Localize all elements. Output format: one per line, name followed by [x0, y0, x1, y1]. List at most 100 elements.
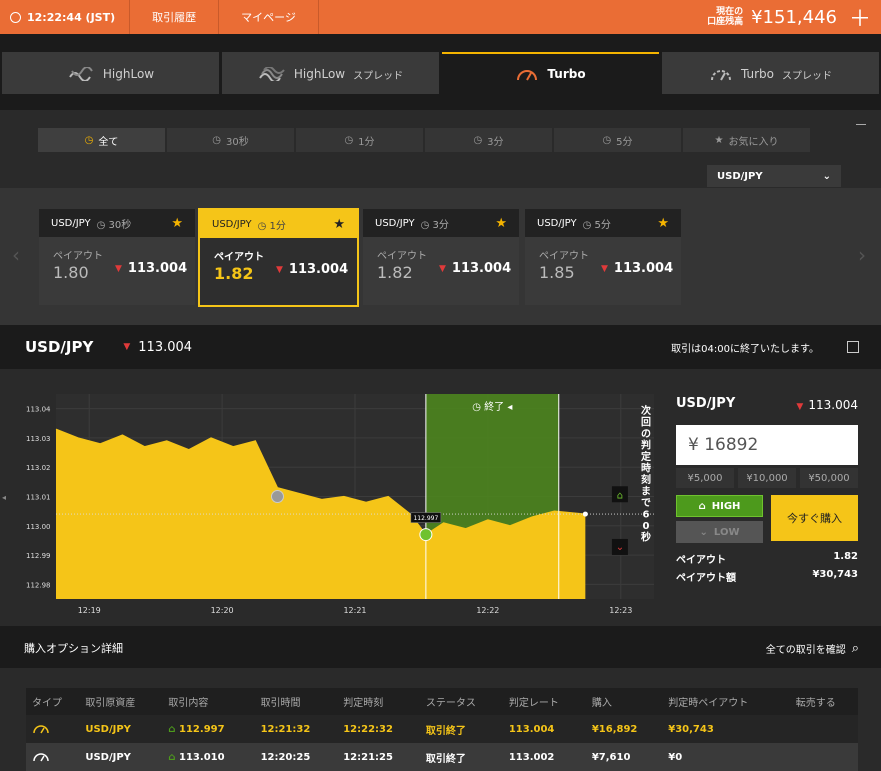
filter-all[interactable]: ◷ 全て: [38, 128, 165, 152]
filter-1m[interactable]: ◷ 1分: [296, 128, 423, 152]
option-cards: ‹ USD/JPY ◷ 30秒 ★ ペイアウト 1.80 ▼ 113.004 USD/…: [0, 188, 881, 325]
x-tick-label: 12:21: [343, 606, 366, 615]
option-card[interactable]: USD/JPY ◷ 3分 ★ ペイアウト 1.82 ▼ 113.004: [363, 209, 519, 305]
table-cell: [789, 743, 858, 771]
pair-select[interactable]: USD/JPY ⌄: [707, 165, 841, 187]
collapse-icon[interactable]: [856, 124, 866, 125]
chevron-left-icon[interactable]: ‹: [12, 243, 20, 267]
table-cell: 12:21:32: [254, 715, 338, 743]
countdown-char: 6: [643, 510, 650, 521]
down-arrow-icon: ▼: [439, 263, 446, 274]
star-icon[interactable]: ★: [333, 217, 345, 232]
table-cell: 12:21:25: [337, 743, 420, 771]
filter-5m[interactable]: ◷ 5分: [554, 128, 681, 152]
tab-turbo-spread[interactable]: Turbo スプレッド: [662, 52, 879, 94]
table-cell: ¥0: [662, 743, 790, 771]
down-arrow-icon: ▼: [123, 342, 131, 352]
clock-icon: ◷: [473, 134, 483, 146]
star-icon[interactable]: ★: [495, 216, 507, 231]
balance: 現在の 口座残高 ¥151,446 ＋: [707, 0, 881, 34]
payout-amount-label: ペイアウト額: [676, 573, 736, 584]
col-header: 取引時間: [254, 688, 338, 715]
col-header: 購入: [585, 688, 663, 715]
balance-value: ¥151,446: [751, 6, 837, 28]
y-tick-label: 112.99: [26, 552, 51, 560]
product-tabs: HighLow HighLow スプレッド Turbo Turbo スプレッド: [0, 52, 881, 94]
current-point: [582, 511, 588, 517]
down-arrow-icon: ▼: [276, 264, 283, 275]
order-panel: USD/JPY ▼ 113.004 ¥ 16892 ¥5,000 ¥10,000…: [676, 391, 858, 584]
view-all-trades-link[interactable]: 全ての取引を確認 ⌕: [766, 641, 859, 656]
col-header: 取引原資産: [79, 688, 163, 715]
details-table-wrap: タイプ 取引原資産 取引内容 取引時間 判定時刻 ステータス 判定レート 購入 …: [0, 668, 881, 771]
down-arrow-icon: ⌄: [699, 526, 708, 538]
option-card[interactable]: USD/JPY ◷ 30秒 ★ ペイアウト 1.80 ▼ 113.004: [39, 209, 195, 305]
asset-rate: 113.004: [138, 339, 193, 355]
expand-chart-icon[interactable]: [847, 341, 859, 353]
clock: 12:22:44 (JST): [0, 0, 131, 34]
clock-icon: ◷: [602, 134, 612, 146]
clock-icon: ◷: [212, 134, 221, 146]
turbo-gauge-icon: [26, 743, 80, 771]
table-cell: ⌂ 112.997: [162, 715, 255, 743]
y-tick-label: 113.03: [26, 435, 51, 443]
down-arrow-icon: ▼: [601, 263, 608, 274]
price-chart[interactable]: 12:19 12:20 12:21 12:22 12:23 113.04 113.03 113…: [8, 389, 658, 621]
star-icon[interactable]: ★: [171, 216, 183, 231]
trades-table: タイプ 取引原資産 取引内容 取引時間 判定時刻 ステータス 判定レート 購入 …: [26, 688, 858, 771]
col-header: 取引内容: [162, 688, 255, 715]
nav-trade-history[interactable]: 取引履歴: [130, 0, 220, 34]
highlow-spread-icon: [259, 67, 285, 81]
turbo-gauge-icon: [26, 715, 80, 743]
clock-time: 12:22:44 (JST): [27, 10, 116, 24]
amount-input[interactable]: ¥ 16892: [676, 425, 858, 465]
tab-highlow[interactable]: HighLow: [2, 52, 219, 94]
table-row[interactable]: USD/JPY ⌂ 113.010 12:20:25 12:21:25 取引終了…: [26, 743, 858, 771]
col-header: 判定レート: [502, 688, 586, 715]
y-tick-label: 113.01: [26, 494, 51, 502]
search-icon: ⌕: [851, 640, 859, 656]
preset-50000-button[interactable]: ¥50,000: [800, 468, 858, 488]
collapse-left-handle[interactable]: ◂: [2, 493, 6, 502]
clock-icon: ◷: [257, 220, 267, 232]
nav-my-page[interactable]: マイページ: [219, 0, 319, 34]
table-cell: ¥30,743: [662, 715, 790, 743]
x-tick-label: 12:19: [78, 606, 101, 615]
buy-now-button[interactable]: 今すぐ購入: [771, 495, 858, 541]
star-icon[interactable]: ★: [657, 216, 669, 231]
table-row[interactable]: USD/JPY ⌂ 112.997 12:21:32 12:22:32 取引終了…: [26, 715, 858, 743]
tab-highlow-spread[interactable]: HighLow スプレッド: [222, 52, 439, 94]
filter-favorites[interactable]: ★ お気に入り: [683, 128, 810, 152]
col-header: 転売する: [789, 688, 858, 715]
clock-icon: ◷: [344, 134, 354, 146]
clock-icon: ◷: [84, 134, 94, 146]
y-tick-label: 113.02: [26, 464, 51, 472]
filter-3m[interactable]: ◷ 3分: [425, 128, 552, 152]
details-header: 購入オプション詳細 全ての取引を確認 ⌕: [0, 628, 881, 668]
table-cell: ⌂ 113.010: [162, 743, 255, 771]
preset-10000-button[interactable]: ¥10,000: [738, 468, 796, 488]
payout-label: ペイアウト: [676, 555, 726, 566]
countdown-char: 秒: [641, 531, 651, 544]
countdown-char: 定: [641, 450, 651, 463]
plus-icon[interactable]: ＋: [849, 1, 871, 33]
preset-5000-button[interactable]: ¥5,000: [676, 468, 734, 488]
table-cell: 取引終了: [419, 715, 503, 743]
star-icon: ★: [714, 134, 724, 146]
chevron-right-icon[interactable]: ›: [858, 243, 866, 267]
clock-icon: ◷: [420, 219, 430, 231]
table-cell: USD/JPY: [79, 743, 163, 771]
countdown-char: ま: [641, 486, 651, 498]
table-cell: 12:22:32: [337, 715, 420, 743]
x-tick-label: 12:23: [609, 606, 632, 615]
tab-turbo[interactable]: Turbo: [442, 52, 659, 94]
previous-trade-marker: [270, 490, 284, 503]
option-card-selected[interactable]: USD/JPY ◷ 1分 ★ ペイアウト 1.82 ▼ 113.004: [198, 208, 359, 307]
filter-30s[interactable]: ◷ 30秒: [167, 128, 294, 152]
down-arrow-icon: ▼: [796, 401, 804, 412]
countdown-char: で: [641, 497, 651, 509]
col-header: 判定時刻: [337, 688, 420, 715]
option-card[interactable]: USD/JPY ◷ 5分 ★ ペイアウト 1.85 ▼ 113.004: [525, 209, 681, 305]
high-button[interactable]: ⌂ HIGH: [676, 495, 763, 517]
low-button[interactable]: ⌄ LOW: [676, 521, 763, 543]
